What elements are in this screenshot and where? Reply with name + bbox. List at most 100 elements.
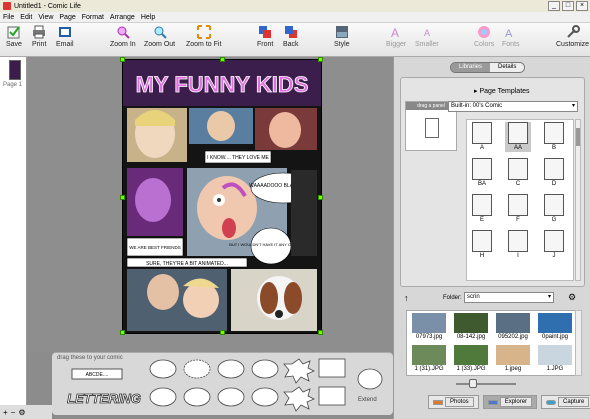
svg-text:A: A bbox=[391, 26, 399, 39]
thumbnail-size-slider[interactable] bbox=[456, 383, 516, 385]
comic-title[interactable]: MY FUNNY KIDS bbox=[135, 72, 309, 98]
menu-file[interactable]: File bbox=[3, 14, 14, 21]
page-templates-header[interactable]: ▸ Page Templates bbox=[474, 87, 530, 95]
menu-arrange[interactable]: Arrange bbox=[110, 14, 135, 21]
template-grid: A AA B BA C D E F G H I J bbox=[466, 119, 574, 281]
tab-photos[interactable]: Photos bbox=[428, 395, 479, 409]
gear-icon[interactable]: ⚙ bbox=[568, 292, 576, 303]
file-item[interactable]: 08-142.jpg bbox=[451, 313, 491, 343]
page-thumbnail[interactable] bbox=[9, 60, 21, 80]
zoom-to-fit-button[interactable]: Zoom to Fit bbox=[186, 25, 221, 48]
template-item[interactable]: A bbox=[469, 122, 495, 152]
template-item[interactable]: C bbox=[505, 158, 531, 188]
file-item[interactable]: 095202.jpg bbox=[493, 313, 533, 343]
smaller-button[interactable]: A Smaller bbox=[415, 25, 439, 48]
print-button[interactable]: Print bbox=[32, 25, 46, 48]
comic-page[interactable]: MY FUNNY KIDS I KNOW.... THEY LOVE ME WA… bbox=[120, 57, 323, 335]
menu-page[interactable]: Page bbox=[59, 14, 75, 21]
speech-balloon[interactable] bbox=[149, 359, 177, 379]
shout-balloon[interactable] bbox=[283, 386, 315, 412]
selection-handle[interactable] bbox=[120, 195, 125, 200]
gear-icon[interactable]: ⚙ bbox=[18, 408, 25, 417]
save-button[interactable]: Save bbox=[6, 25, 22, 48]
menu-format[interactable]: Format bbox=[82, 14, 104, 21]
selection-handle[interactable] bbox=[318, 57, 323, 62]
colors-button[interactable]: Colors bbox=[474, 25, 494, 48]
maximize-button[interactable]: □ bbox=[562, 1, 574, 11]
file-item[interactable]: 07973.jpg bbox=[409, 313, 449, 343]
lettering-big[interactable]: LETTERING bbox=[67, 391, 141, 407]
explorer-bar: ↑ Folder: scrin ▾ ⚙ bbox=[400, 292, 585, 306]
selection-handle[interactable] bbox=[318, 330, 323, 335]
template-item[interactable]: I bbox=[505, 230, 531, 260]
close-button[interactable]: × bbox=[576, 1, 588, 11]
zoom-out-icon bbox=[154, 26, 167, 39]
template-item[interactable]: E bbox=[469, 194, 495, 224]
caption-box[interactable] bbox=[318, 358, 346, 378]
bigger-button[interactable]: A Bigger bbox=[386, 25, 406, 48]
add-page-button[interactable]: + bbox=[3, 408, 8, 417]
caption-box[interactable] bbox=[318, 386, 346, 406]
speech-balloon[interactable] bbox=[251, 359, 279, 379]
comic-caption[interactable]: I KNOW.... THEY LOVE ME bbox=[207, 155, 269, 161]
template-scrollbar[interactable] bbox=[575, 119, 581, 281]
speech-balloon[interactable] bbox=[251, 387, 279, 407]
folder-icon bbox=[487, 399, 498, 405]
zoom-in-button[interactable]: Zoom In bbox=[110, 25, 136, 48]
thought-balloon[interactable] bbox=[217, 387, 245, 407]
template-item[interactable]: AA bbox=[505, 122, 531, 152]
back-button[interactable]: Back bbox=[283, 25, 299, 48]
tab-libraries[interactable]: Libraries bbox=[451, 63, 491, 72]
file-item[interactable]: 1 (33).JPG bbox=[451, 345, 491, 375]
file-item[interactable]: 1.JPG bbox=[535, 345, 575, 375]
tab-capture[interactable]: Capture bbox=[541, 395, 590, 409]
speech-balloon[interactable] bbox=[149, 387, 177, 407]
style-button[interactable]: Style bbox=[334, 25, 350, 48]
comic-caption[interactable]: WE ARE BEST FRIENDS bbox=[129, 245, 180, 250]
minimize-button[interactable]: _ bbox=[548, 1, 560, 11]
file-item[interactable]: 0paint.jpg bbox=[535, 313, 575, 343]
selection-handle[interactable] bbox=[120, 330, 125, 335]
template-item[interactable]: BA bbox=[469, 158, 495, 188]
front-button[interactable]: Front bbox=[257, 25, 273, 48]
menu-view[interactable]: View bbox=[38, 14, 53, 21]
template-item[interactable]: B bbox=[541, 122, 567, 152]
photos-icon bbox=[433, 399, 443, 405]
lettering-small[interactable]: ABCDE.... bbox=[86, 372, 109, 378]
up-arrow-icon[interactable]: ↑ bbox=[404, 293, 409, 303]
template-item[interactable]: F bbox=[505, 194, 531, 224]
selection-handle[interactable] bbox=[318, 195, 323, 200]
selection-handle[interactable] bbox=[220, 57, 225, 62]
customize-button[interactable]: Customize bbox=[556, 25, 589, 48]
tab-explorer[interactable]: Explorer bbox=[482, 395, 538, 409]
remove-page-button[interactable]: − bbox=[11, 408, 16, 417]
send-back-icon bbox=[284, 26, 297, 38]
folder-select[interactable]: scrin ▾ bbox=[464, 292, 554, 303]
comic-canvas[interactable]: MY FUNNY KIDS I KNOW.... THEY LOVE ME WA… bbox=[27, 57, 393, 352]
file-scrollbar[interactable] bbox=[575, 310, 582, 376]
thought-balloon[interactable] bbox=[217, 359, 245, 379]
tab-details[interactable]: Details bbox=[490, 63, 525, 72]
right-panel: Libraries Details ▸ Page Templates drag … bbox=[393, 57, 590, 419]
template-item[interactable]: G bbox=[541, 194, 567, 224]
zoom-out-button[interactable]: Zoom Out bbox=[144, 25, 175, 48]
template-item[interactable]: H bbox=[469, 230, 495, 260]
email-button[interactable]: Email bbox=[56, 25, 74, 48]
printer-icon bbox=[33, 25, 46, 39]
whisper-balloon[interactable] bbox=[183, 359, 211, 379]
slider-knob[interactable] bbox=[469, 379, 477, 388]
menu-help[interactable]: Help bbox=[141, 14, 155, 21]
template-set-select[interactable]: Built-in: 00's Comic ▾ bbox=[448, 101, 578, 112]
comic-caption[interactable]: SURE, THEY'RE A BIT ANIMATED... bbox=[146, 261, 228, 267]
file-item[interactable]: 1 (31).JPG bbox=[409, 345, 449, 375]
template-item[interactable]: J bbox=[541, 230, 567, 260]
fonts-button[interactable]: A Fonts bbox=[502, 25, 520, 48]
extend-balloon[interactable] bbox=[357, 368, 383, 390]
file-item[interactable]: 1.jpeg bbox=[493, 345, 533, 375]
shout-balloon[interactable] bbox=[283, 358, 315, 384]
menu-edit[interactable]: Edit bbox=[20, 14, 32, 21]
selection-handle[interactable] bbox=[120, 57, 125, 62]
template-item[interactable]: D bbox=[541, 158, 567, 188]
speech-balloon[interactable] bbox=[183, 387, 211, 407]
selection-handle[interactable] bbox=[220, 330, 225, 335]
